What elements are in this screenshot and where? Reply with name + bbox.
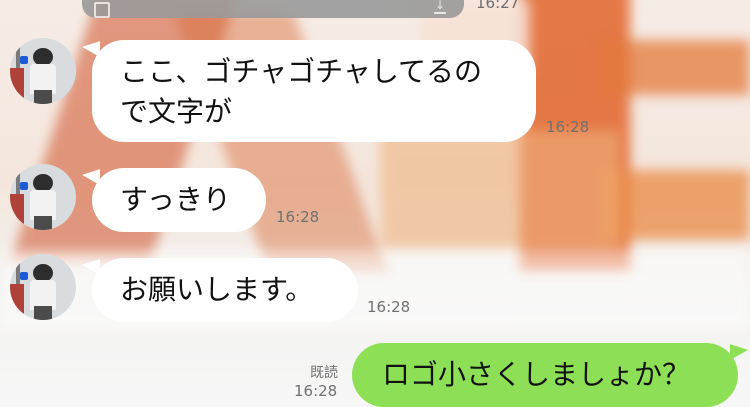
read-receipt: 既読 [310, 365, 338, 381]
avatar[interactable] [10, 38, 76, 104]
outgoing-message-bubble[interactable]: ロゴ小さくしましょか？ [352, 343, 738, 407]
message-text: ロゴ小さくしましょか？ [382, 358, 691, 391]
message-text-line-1: ここ、ゴチャゴチャしてるの [120, 55, 483, 88]
message-bubble[interactable]: お願いします。 [92, 258, 358, 322]
message-time: 16:27 [476, 0, 520, 12]
file-icon [94, 2, 110, 18]
message-text: お願いします。 [120, 273, 314, 306]
avatar[interactable] [10, 164, 76, 230]
message-bubble[interactable]: すっきり [92, 168, 266, 232]
message-bubble[interactable]: ここ、ゴチャゴチャしてるの で文字が [92, 40, 536, 142]
avatar[interactable] [10, 254, 76, 320]
message-time: 16:28 [367, 298, 411, 316]
message-time: 16:28 [276, 208, 320, 226]
attachment-bubble-partial[interactable]: ↓ [82, 0, 464, 18]
message-time: 16:28 [294, 382, 338, 400]
message-text-line-2: で文字が [120, 95, 233, 128]
message-time: 16:28 [546, 118, 590, 136]
message-text: すっきり [120, 183, 231, 216]
download-icon[interactable]: ↓ [434, 0, 446, 14]
